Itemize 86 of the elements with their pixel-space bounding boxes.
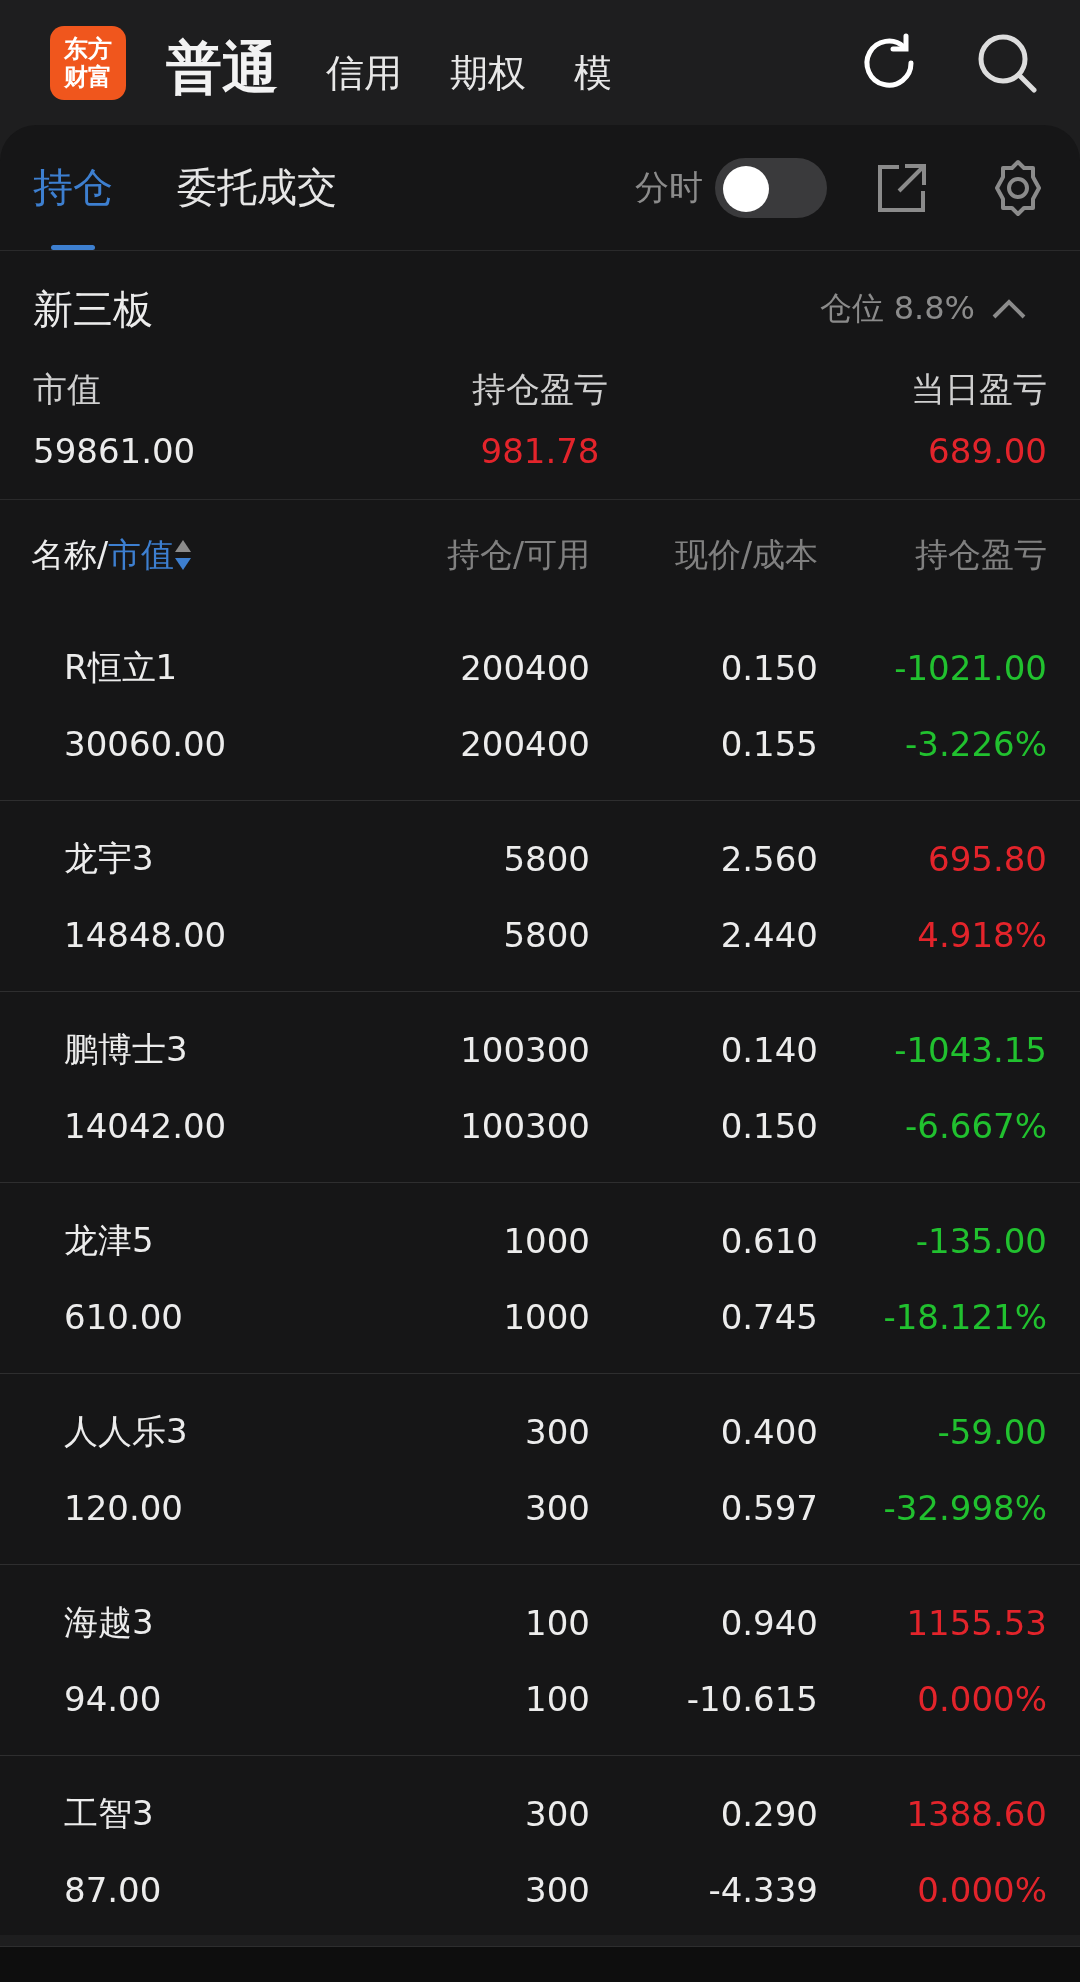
sort-icon[interactable]	[174, 538, 193, 572]
stock-name: 鹏博士3	[64, 1028, 189, 1071]
toggle-label: 分时	[635, 165, 703, 209]
stock-name: 龙宇3	[64, 837, 155, 880]
holding-row[interactable]: 鹏博士3 100300 0.140 -1043.15 14042.00 100300 0.150 -6.667%	[0, 992, 1080, 1183]
table-cell-text: 0.155	[719, 724, 818, 764]
holding-row[interactable]: R恒立1 200400 0.150 -1021.00 30060.00 200400 0.155 -3.226%	[0, 610, 1080, 801]
table-cell-text: 0.000%	[916, 1679, 1047, 1719]
summary-label: 市值	[33, 368, 102, 411]
chevron-icon[interactable]	[991, 298, 1027, 320]
table-cell-text: 200400	[459, 648, 590, 688]
table-cell-text: -1043.15	[893, 1030, 1047, 1070]
account-tab[interactable]: 信用	[326, 42, 402, 103]
holding-row[interactable]: 海越3 100 0.940 1155.53 94.00 100 -10.615 0.000%	[0, 1565, 1080, 1756]
table-cell-text: 0.150	[719, 648, 818, 688]
table-cell-text: 94.00	[64, 1679, 163, 1719]
tab[interactable]: 持仓	[33, 125, 113, 250]
table-cell-text: 0.400	[719, 1412, 818, 1452]
column-header: 持仓/可用	[445, 533, 590, 576]
table-cell-text: 100	[524, 1679, 590, 1719]
table-cell-text: 0.140	[719, 1030, 818, 1070]
table-cell-text: 2.560	[719, 839, 818, 879]
account-tab[interactable]: 普通	[166, 32, 278, 103]
holding-row[interactable]: 龙津5 1000 0.610 -135.00 610.00 1000 0.745 -18.121%	[0, 1183, 1080, 1374]
table-cell-text: 2.440	[719, 915, 818, 955]
summary-label: 持仓盈亏	[471, 368, 609, 411]
table-cell-text: -59.00	[936, 1412, 1047, 1452]
table-cell-text: -4.339	[707, 1870, 818, 1910]
table-cell-text: -10.615	[685, 1679, 818, 1719]
table-cell-text: 695.80	[927, 839, 1047, 879]
table-cell-text: 120.00	[64, 1488, 184, 1528]
table-cell-text: 1000	[502, 1297, 590, 1337]
table-cell-text: 5800	[502, 915, 590, 955]
account-tab[interactable]: 模	[574, 42, 612, 103]
table-cell-text: 200400	[459, 724, 590, 764]
stock-name: 人人乐3	[64, 1410, 189, 1453]
table-cell-text: 0.745	[719, 1297, 818, 1337]
stock-name: 海越3	[64, 1601, 155, 1644]
table-cell-text: 300	[524, 1488, 590, 1528]
stock-name: 龙津5	[64, 1219, 155, 1262]
column-header: 现价/成本	[673, 533, 818, 576]
table-cell-text: 100300	[459, 1106, 590, 1146]
table-cell-text: 610.00	[64, 1297, 184, 1337]
position-ratio: 仓位 8.8%	[819, 288, 975, 329]
table-cell-text: -18.121%	[882, 1297, 1047, 1337]
table-cell-text: 0.597	[719, 1488, 818, 1528]
table-cell-text: 4.918%	[916, 915, 1047, 955]
table-cell-text: 0.940	[719, 1603, 818, 1643]
table-cell-text: -6.667%	[904, 1106, 1047, 1146]
stock-name: 工智3	[64, 1792, 155, 1835]
stock-name: R恒立1	[64, 646, 179, 689]
table-cell-text: 14848.00	[64, 915, 228, 955]
table-cell-text: 87.00	[64, 1870, 163, 1910]
share-icon[interactable]	[877, 162, 927, 213]
summary-value: 689.00	[927, 431, 1047, 471]
table-cell-text: -135.00	[914, 1221, 1047, 1261]
app-logo: 东方 财富	[50, 25, 126, 100]
holding-row[interactable]: 人人乐3 300 0.400 -59.00 120.00 300 0.597 -32.998%	[0, 1374, 1080, 1565]
table-cell-text: 100300	[459, 1030, 590, 1070]
holding-row[interactable]: 龙宇3 5800 2.560 695.80 14848.00 5800 2.440 4.918%	[0, 801, 1080, 992]
tab[interactable]: 委托成交	[177, 125, 337, 250]
summary-value: 981.78	[479, 431, 601, 471]
table-cell-text: 1388.60	[905, 1794, 1047, 1834]
table-cell-text: -3.226%	[904, 724, 1047, 764]
table-cell-text: 1155.53	[905, 1603, 1047, 1643]
table-cell-text: 300	[524, 1870, 590, 1910]
table-cell-text: 300	[524, 1412, 590, 1452]
table-cell-text: 5800	[502, 839, 590, 879]
account-tab[interactable]: 期权	[450, 42, 526, 103]
table-cell-text: -1021.00	[893, 648, 1047, 688]
table-cell-text: 1000	[502, 1221, 590, 1261]
summary-label: 当日盈亏	[910, 368, 1047, 411]
table-cell-text: 30060.00	[64, 724, 228, 764]
table-cell-text: 0.290	[719, 1794, 818, 1834]
column-header: 持仓盈亏	[914, 533, 1047, 576]
column-header: 名称/	[31, 533, 109, 576]
table-cell-text: 14042.00	[64, 1106, 228, 1146]
table-cell-text: -32.998%	[882, 1488, 1047, 1528]
summary-value: 59861.00	[33, 431, 197, 471]
table-cell-text: 0.610	[719, 1221, 818, 1261]
table-cell-text: 0.150	[719, 1106, 818, 1146]
table-cell-text: 100	[524, 1603, 590, 1643]
table-cell-text: 300	[524, 1794, 590, 1834]
section-title: 新三板	[33, 284, 154, 334]
table-cell-text: 0.000%	[916, 1870, 1047, 1910]
sort-header[interactable]: 市值	[108, 532, 175, 578]
